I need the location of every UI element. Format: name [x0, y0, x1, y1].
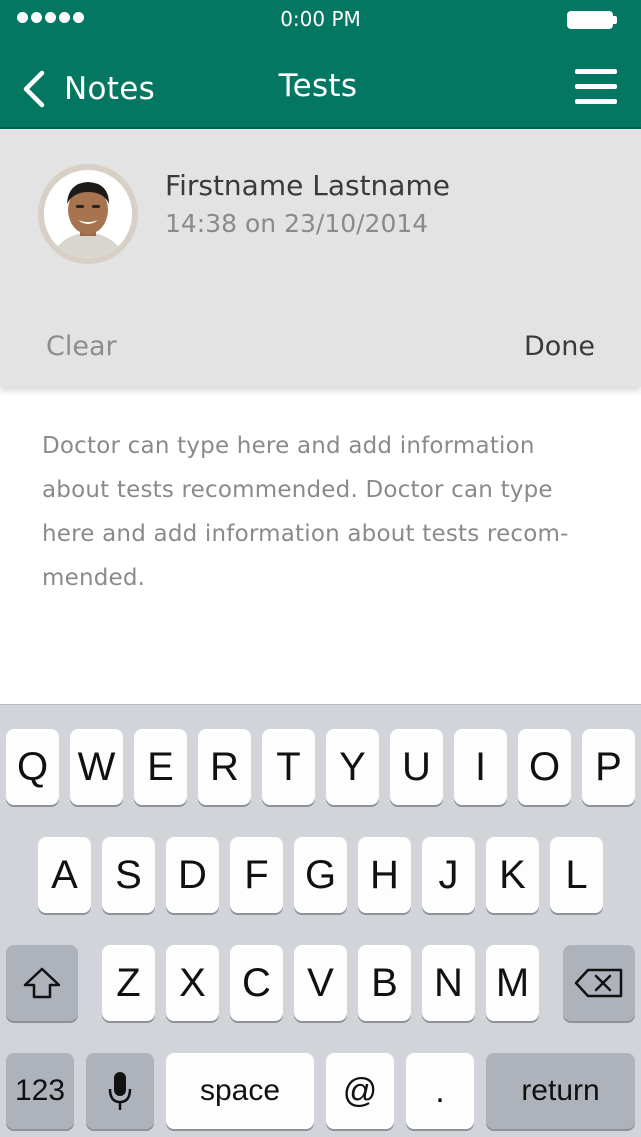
key-h[interactable]: H	[358, 837, 411, 913]
return-key[interactable]: return	[486, 1053, 635, 1129]
key-w[interactable]: W	[70, 729, 123, 805]
note-timestamp: 14:38 on 23/10/2014	[165, 209, 429, 238]
note-line: mended.	[42, 565, 146, 591]
key-c[interactable]: C	[230, 945, 283, 1021]
menu-icon[interactable]	[575, 69, 617, 105]
key-e[interactable]: E	[134, 729, 187, 805]
key-x[interactable]: X	[166, 945, 219, 1021]
back-label: Notes	[64, 71, 156, 107]
page-title: Tests	[278, 68, 358, 104]
key-g[interactable]: G	[294, 837, 347, 913]
key-m[interactable]: M	[486, 945, 539, 1021]
status-time: 0:00 PM	[280, 7, 361, 31]
person-photo-icon	[44, 170, 132, 258]
key-b[interactable]: B	[358, 945, 411, 1021]
battery-icon	[567, 11, 617, 29]
key-p[interactable]: P	[582, 729, 635, 805]
patient-name: Firstname Lastname	[165, 169, 450, 202]
key-l[interactable]: L	[550, 837, 603, 913]
back-button[interactable]: Notes	[20, 64, 155, 114]
key-q[interactable]: Q	[6, 729, 59, 805]
patient-panel: Firstname Lastname 14:38 on 23/10/2014 C…	[0, 129, 641, 387]
backspace-icon	[574, 968, 623, 998]
delete-key[interactable]	[563, 945, 635, 1021]
note-line: Doctor can type here and add information	[42, 433, 535, 459]
shift-key[interactable]	[6, 945, 78, 1021]
key-u[interactable]: U	[390, 729, 443, 805]
key-v[interactable]: V	[294, 945, 347, 1021]
key-f[interactable]: F	[230, 837, 283, 913]
key-s[interactable]: S	[102, 837, 155, 913]
key-k[interactable]: K	[486, 837, 539, 913]
note-line: about tests recommended. Doctor can type	[42, 477, 553, 503]
status-bar: 0:00 PM	[0, 0, 641, 40]
key-o[interactable]: O	[518, 729, 571, 805]
period-key[interactable]: .	[406, 1053, 474, 1129]
avatar	[38, 164, 138, 264]
note-line: here and add information about tests rec…	[42, 521, 569, 547]
key-i[interactable]: I	[454, 729, 507, 805]
key-t[interactable]: T	[262, 729, 315, 805]
clear-button[interactable]: Clear	[46, 331, 117, 362]
shift-icon	[23, 967, 61, 999]
key-z[interactable]: Z	[102, 945, 155, 1021]
keyboard: Q W E R T Y U I O P A S D F G H J K L Z …	[0, 704, 641, 1137]
chevron-left-icon	[23, 70, 45, 108]
key-n[interactable]: N	[422, 945, 475, 1021]
done-button[interactable]: Done	[524, 331, 595, 362]
nav-header: 0:00 PM Notes Tests	[0, 0, 641, 129]
key-a[interactable]: A	[38, 837, 91, 913]
at-key[interactable]: @	[326, 1053, 394, 1129]
key-r[interactable]: R	[198, 729, 251, 805]
key-d[interactable]: D	[166, 837, 219, 913]
key-j[interactable]: J	[422, 837, 475, 913]
microphone-icon	[108, 1072, 132, 1110]
space-key[interactable]: space	[166, 1053, 314, 1129]
note-textarea[interactable]: Doctor can type here and add information…	[42, 424, 607, 600]
dictation-key[interactable]	[86, 1053, 154, 1129]
key-y[interactable]: Y	[326, 729, 379, 805]
numbers-key[interactable]: 123	[6, 1053, 74, 1129]
